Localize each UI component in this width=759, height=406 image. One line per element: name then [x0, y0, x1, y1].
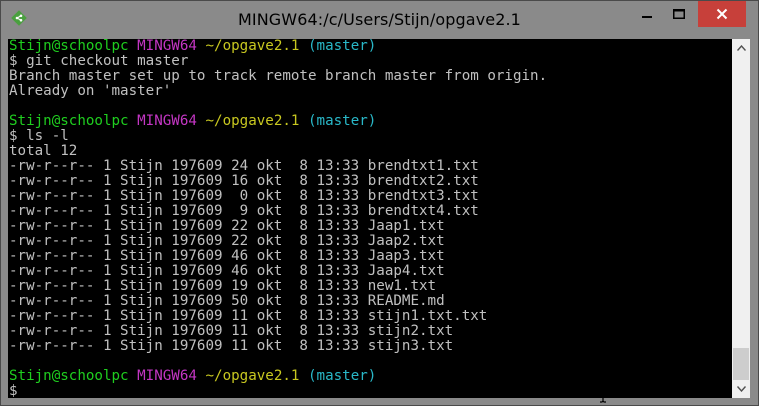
title-bar[interactable]: MINGW64:/c/Users/Stijn/opgave2.1 — [1, 1, 758, 38]
terminal-line: Stijn@schoolpc MINGW64 ~/opgave2.1 (mast… — [9, 369, 547, 384]
maximize-button[interactable] — [665, 1, 693, 27]
terminal-line: Stijn@schoolpc MINGW64 ~/opgave2.1 (mast… — [9, 39, 547, 54]
terminal-text: MINGW64 — [137, 39, 197, 54]
terminal-text: -rw-r--r-- 1 Stijn 197609 50 okt 8 13:33… — [9, 293, 445, 309]
terminal-window: MINGW64:/c/Users/Stijn/opgave2.1 Stijn@s… — [0, 0, 759, 406]
terminal-line: -rw-r--r-- 1 Stijn 197609 46 okt 8 13:33… — [9, 249, 547, 264]
terminal-output[interactable]: Stijn@schoolpc MINGW64 ~/opgave2.1 (mast… — [8, 39, 732, 398]
terminal-line: -rw-r--r-- 1 Stijn 197609 24 okt 8 13:33… — [9, 159, 547, 174]
terminal-line: $ ls -l — [9, 129, 547, 144]
terminal-text: -rw-r--r-- 1 Stijn 197609 46 okt 8 13:33… — [9, 248, 445, 264]
minimize-icon — [642, 16, 652, 18]
terminal-line: Branch master set up to track remote bra… — [9, 69, 547, 84]
terminal-text: ~/opgave2.1 — [205, 113, 300, 129]
terminal-line: -rw-r--r-- 1 Stijn 197609 0 okt 8 13:33 … — [9, 189, 547, 204]
scroll-down-button[interactable] — [732, 380, 750, 398]
vertical-scrollbar[interactable] — [732, 39, 750, 398]
terminal-line: -rw-r--r-- 1 Stijn 197609 22 okt 8 13:33… — [9, 234, 547, 249]
terminal-line: -rw-r--r-- 1 Stijn 197609 19 okt 8 13:33… — [9, 279, 547, 294]
terminal-text: -rw-r--r-- 1 Stijn 197609 11 okt 8 13:33… — [9, 323, 454, 339]
terminal-line: Stijn@schoolpc MINGW64 ~/opgave2.1 (mast… — [9, 114, 547, 129]
minimize-button[interactable] — [633, 1, 661, 27]
terminal-line: -rw-r--r-- 1 Stijn 197609 11 okt 8 13:33… — [9, 339, 547, 354]
terminal-line: $ — [9, 383, 547, 399]
terminal-text: ~/opgave2.1 — [205, 39, 300, 54]
terminal-line: -rw-r--r-- 1 Stijn 197609 46 okt 8 13:33… — [9, 264, 547, 279]
terminal-text: -rw-r--r-- 1 Stijn 197609 19 okt 8 13:33… — [9, 278, 437, 294]
terminal-text: MINGW64 — [137, 113, 197, 129]
terminal-text: MINGW64 — [137, 368, 197, 384]
scrollbar-thumb[interactable] — [733, 348, 749, 380]
terminal-text: -rw-r--r-- 1 Stijn 197609 11 okt 8 13:33… — [9, 338, 454, 354]
terminal-text: -rw-r--r-- 1 Stijn 197609 24 okt 8 13:33… — [9, 158, 479, 174]
terminal-text: Stijn@schoolpc — [9, 368, 129, 384]
scroll-up-button[interactable] — [732, 39, 750, 57]
terminal-text: -rw-r--r-- 1 Stijn 197609 22 okt 8 13:33… — [9, 218, 445, 234]
terminal-text: -rw-r--r-- 1 Stijn 197609 22 okt 8 13:33… — [9, 233, 445, 249]
terminal-text: -rw-r--r-- 1 Stijn 197609 46 okt 8 13:33… — [9, 263, 445, 279]
terminal-text: $ — [9, 383, 18, 399]
terminal-line: -rw-r--r-- 1 Stijn 197609 16 okt 8 13:33… — [9, 174, 547, 189]
terminal-line: -rw-r--r-- 1 Stijn 197609 22 okt 8 13:33… — [9, 219, 547, 234]
terminal-text: (master) — [308, 368, 377, 384]
text-cursor-icon — [600, 385, 606, 403]
terminal-text: ~/opgave2.1 — [205, 368, 300, 384]
terminal-text: Stijn@schoolpc — [9, 113, 129, 129]
terminal-text: -rw-r--r-- 1 Stijn 197609 11 okt 8 13:33… — [9, 308, 488, 324]
terminal-line: -rw-r--r-- 1 Stijn 197609 9 okt 8 13:33 … — [9, 204, 547, 219]
terminal-line: $ git checkout master — [9, 54, 547, 69]
terminal-text: -rw-r--r-- 1 Stijn 197609 9 okt 8 13:33 … — [9, 203, 479, 219]
scroll-up-icon — [736, 45, 746, 51]
terminal-lines: Stijn@schoolpc MINGW64 ~/opgave2.1 (mast… — [9, 39, 547, 398]
terminal-text: (master) — [308, 39, 377, 54]
terminal-line: Already on 'master' — [9, 84, 547, 99]
maximize-icon — [673, 9, 685, 19]
scroll-down-icon — [736, 386, 746, 392]
terminal-line: total 12 — [9, 144, 547, 159]
close-icon — [716, 8, 728, 20]
terminal-line: -rw-r--r-- 1 Stijn 197609 50 okt 8 13:33… — [9, 294, 547, 309]
terminal-text: Already on 'master' — [9, 83, 172, 99]
terminal-text: -rw-r--r-- 1 Stijn 197609 0 okt 8 13:33 … — [9, 188, 479, 204]
terminal-text: Branch master set up to track remote bra… — [9, 68, 548, 84]
close-button[interactable] — [698, 1, 746, 27]
terminal-line: -rw-r--r-- 1 Stijn 197609 11 okt 8 13:33… — [9, 309, 547, 324]
terminal-text: -rw-r--r-- 1 Stijn 197609 16 okt 8 13:33… — [9, 173, 479, 189]
terminal-text: $ ls -l — [9, 128, 69, 144]
terminal-text: total 12 — [9, 143, 78, 159]
terminal-text: $ git checkout master — [9, 53, 189, 69]
terminal-text: Stijn@schoolpc — [9, 39, 129, 54]
terminal-line: -rw-r--r-- 1 Stijn 197609 11 okt 8 13:33… — [9, 324, 547, 339]
terminal-text: (master) — [308, 113, 377, 129]
